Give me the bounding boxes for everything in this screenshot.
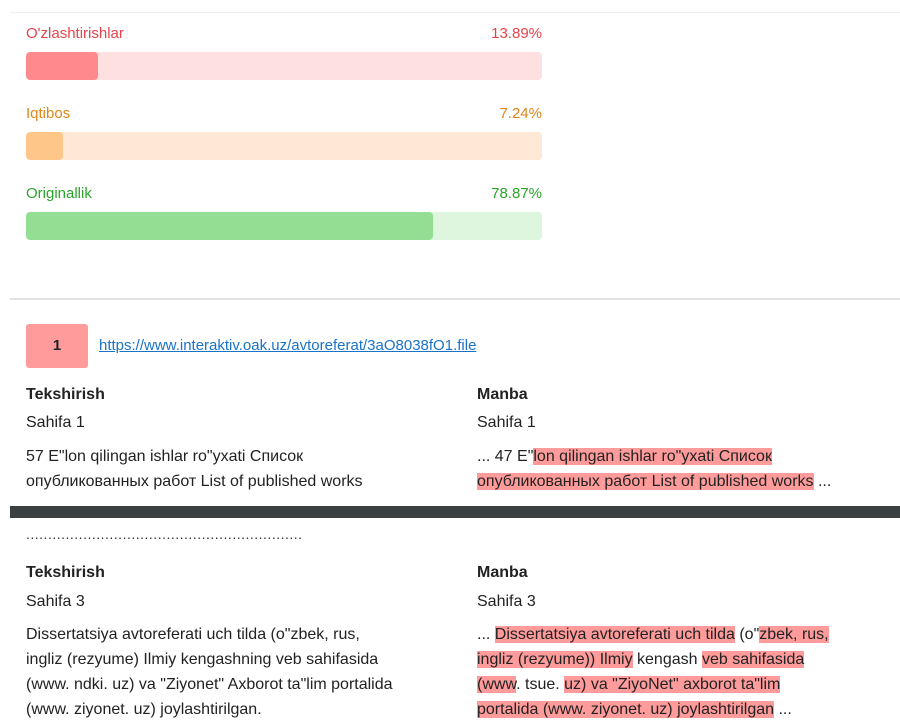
source-text-fragment: ... 47 E"lon qilingan ishlar ro"yxati Сп… xyxy=(477,444,900,494)
check-text-fragment: 57 E"lon qilingan ishlar ro"yxati Список… xyxy=(26,444,466,494)
check-text-line: ingliz (rezyume) Ilmiy kengashning veb s… xyxy=(26,651,379,668)
source-text-plain: kengash xyxy=(632,651,702,668)
source-text-highlight: lon qilingan ishlar ro"yxati Список xyxy=(533,448,772,465)
source-index-badge: 1 xyxy=(26,324,88,368)
metric-label-originality: Originallik xyxy=(26,185,92,202)
check-page-label: Sahifa 1 xyxy=(26,414,85,431)
source-text-line: portalida (www. ziyonet. uz) joylashtiri… xyxy=(477,697,900,722)
source-url-link[interactable]: https://www.interaktiv.oak.uz/avtorefera… xyxy=(99,337,476,354)
metric-fill-citation xyxy=(26,132,64,160)
source-text-plain: ... xyxy=(774,701,792,718)
metric-label-plagiarism: O'zlashtirishlar xyxy=(26,25,124,42)
source-column-heading: Manba xyxy=(477,386,528,403)
source-text-highlight: veb sahifasida xyxy=(701,651,805,668)
metric-track-originality xyxy=(26,212,542,240)
source-text-plain: ... xyxy=(477,626,495,643)
source-text-line: ... 47 E"lon qilingan ishlar ro"yxati Сп… xyxy=(477,444,900,469)
check-text-fragment: Dissertatsiya avtoreferati uch tilda (o"… xyxy=(26,622,471,722)
source-text-highlight: uz) va "ZiyoNet" axborot ta"lim xyxy=(564,676,781,693)
source-text-line: ingliz (rezyume)) Ilmiy kengash veb sahi… xyxy=(477,647,900,672)
metric-track-plagiarism xyxy=(26,52,542,80)
source-text-line: опубликованных работ List of published w… xyxy=(477,469,900,494)
source-column-heading: Manba xyxy=(477,564,528,581)
metric-value-originality: 78.87% xyxy=(491,185,542,202)
section-divider xyxy=(10,298,900,300)
source-text-highlight: ingliz (rezyume)) Ilmiy xyxy=(477,651,633,668)
metric-fill-originality xyxy=(26,212,433,240)
check-column-heading: Tekshirish xyxy=(26,386,105,403)
source-page-label: Sahifa 1 xyxy=(477,414,536,431)
check-text-line: Dissertatsiya avtoreferati uch tilda (o"… xyxy=(26,626,360,643)
check-text-line: (www. ziyonet. uz) joylashtirilgan. xyxy=(26,701,262,718)
source-text-highlight: zbek, rus, xyxy=(759,626,829,643)
top-divider xyxy=(10,12,900,13)
source-text-plain: ... xyxy=(813,473,832,490)
metric-value-citation: 7.24% xyxy=(499,105,542,122)
source-text-line: (www. tsue. uz) va "ZiyoNet" axborot ta"… xyxy=(477,672,900,697)
source-page-label: Sahifa 3 xyxy=(477,593,536,610)
fragment-separator-bar xyxy=(10,506,900,518)
source-text-line: ... Dissertatsiya avtoreferati uch tilda… xyxy=(477,622,900,647)
check-text-line: 57 E"lon qilingan ishlar ro"yxati Список xyxy=(26,448,304,465)
check-text-line: опубликованных работ List of published w… xyxy=(26,473,363,490)
metric-value-plagiarism: 13.89% xyxy=(491,25,542,42)
source-text-plain: ... 47 E" xyxy=(477,448,534,465)
check-text-line: (www. ndki. uz) va "Ziyonet" Axborot ta"… xyxy=(26,676,393,693)
metric-fill-plagiarism xyxy=(26,52,98,80)
source-text-plain: . tsue. xyxy=(516,676,565,693)
source-text-highlight: (www xyxy=(477,676,517,693)
check-column-heading: Tekshirish xyxy=(26,564,105,581)
source-text-highlight: portalida (www. ziyonet. uz) joylashtiri… xyxy=(477,701,775,718)
source-text-highlight: опубликованных работ List of published w… xyxy=(477,473,814,490)
metric-label-citation: Iqtibos xyxy=(26,105,71,122)
source-text-fragment: ... Dissertatsiya avtoreferati uch tilda… xyxy=(477,622,900,722)
source-text-highlight: Dissertatsiya avtoreferati uch tilda xyxy=(494,626,735,643)
source-text-plain: (o" xyxy=(734,626,760,643)
omission-dots: ........................................… xyxy=(26,526,303,542)
metric-track-citation xyxy=(26,132,542,160)
check-page-label: Sahifa 3 xyxy=(26,593,85,610)
